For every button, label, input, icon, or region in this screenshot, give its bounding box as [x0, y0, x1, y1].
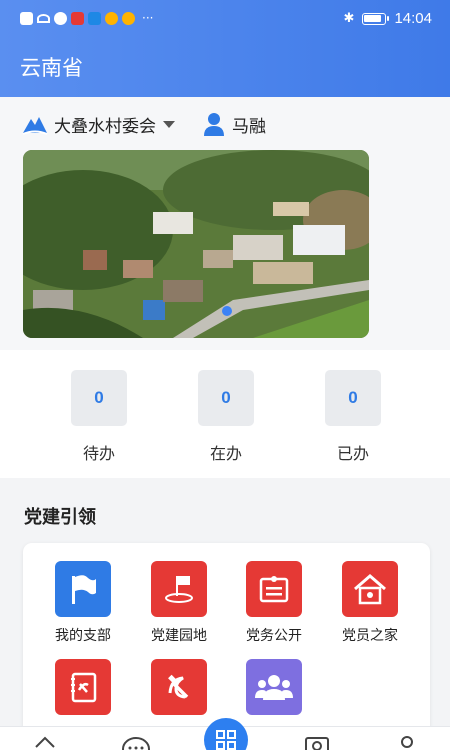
person-icon	[204, 113, 224, 136]
chat-tab-icon[interactable]	[122, 735, 150, 750]
group-icon	[246, 659, 302, 715]
banner-image[interactable]	[23, 150, 369, 338]
user-name: 马融	[232, 116, 266, 137]
app-header: ··· ✱ 14:04 云南省	[0, 0, 450, 97]
home-icon	[342, 561, 398, 617]
section-title: 党建引领	[24, 507, 96, 528]
weibo-icon	[105, 12, 118, 25]
tile-label: 党员之家	[342, 628, 398, 644]
party-garden-icon	[151, 561, 207, 617]
weibo-icon-2	[122, 12, 135, 25]
grid-icon	[216, 730, 236, 750]
tile-group[interactable]	[234, 659, 314, 723]
profile-tab-icon[interactable]	[399, 735, 415, 750]
count-value: 0	[71, 370, 127, 426]
tile-hammer-sickle[interactable]	[139, 659, 219, 723]
more-notifications: ···	[142, 11, 154, 25]
wifi-icon	[37, 14, 50, 23]
count-value: 0	[198, 370, 254, 426]
village-name: 大叠水村委会	[54, 116, 156, 137]
document-icon	[246, 561, 302, 617]
count-label: 待办	[82, 444, 115, 463]
notification-icons: ···	[20, 12, 153, 25]
clock: 14:04	[394, 10, 432, 27]
village-selector[interactable]: 大叠水村委会	[22, 110, 175, 138]
apps-tab-button[interactable]	[204, 718, 248, 750]
status-bar: ··· ✱ 14:04	[0, 0, 450, 40]
battery-icon	[362, 12, 390, 25]
count-label: 在办	[209, 444, 242, 463]
bluetooth-icon: ✱	[343, 11, 355, 26]
count-value: 0	[325, 370, 381, 426]
count-in-progress[interactable]: 0 在办	[198, 370, 254, 464]
count-done[interactable]: 0 已办	[325, 370, 381, 464]
tile-my-branch[interactable]: 我的支部	[43, 561, 123, 645]
blue-app-icon	[88, 12, 101, 25]
tile-party-book[interactable]	[43, 659, 123, 723]
home-tab-icon[interactable]	[34, 735, 56, 750]
tile-label: 党务公开	[246, 628, 302, 644]
tile-label: 党建园地	[151, 628, 207, 644]
camera-tab-icon[interactable]	[304, 735, 330, 750]
party-book-icon	[55, 659, 111, 715]
party-card: 我的支部 党建园地 党务公开 党员之家	[23, 543, 430, 743]
count-pending[interactable]: 0 待办	[71, 370, 127, 464]
carousel-indicator[interactable]	[222, 306, 232, 316]
tile-label: 我的支部	[55, 628, 111, 644]
hammer-sickle-icon	[151, 659, 207, 715]
red-app-icon	[71, 12, 84, 25]
task-counts: 0 待办 0 在办 0 已办	[0, 350, 450, 478]
user-info[interactable]: 马融	[203, 110, 266, 138]
tile-party-garden[interactable]: 党建园地	[139, 561, 219, 645]
page-title: 云南省	[20, 56, 83, 80]
count-label: 已办	[336, 444, 369, 463]
app-b-icon	[20, 12, 33, 25]
tile-member-home[interactable]: 党员之家	[330, 561, 410, 645]
browser-icon	[54, 12, 67, 25]
mountain-icon	[22, 117, 48, 135]
tile-party-affairs[interactable]: 党务公开	[234, 561, 314, 645]
village-photo	[23, 150, 369, 338]
status-right: ✱ 14:04	[344, 10, 432, 27]
chevron-down-icon	[163, 120, 175, 128]
flag-icon	[55, 561, 111, 617]
